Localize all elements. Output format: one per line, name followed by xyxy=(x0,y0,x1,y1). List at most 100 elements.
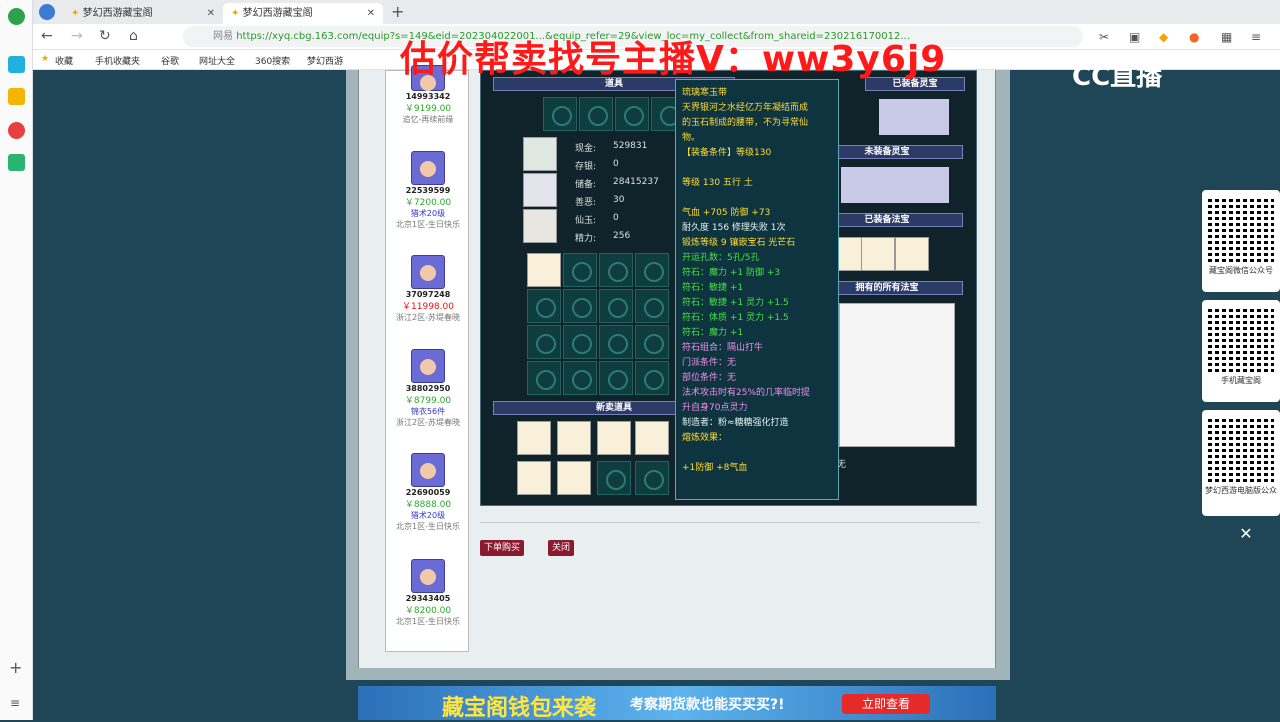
close-icon[interactable]: ✕ xyxy=(1236,524,1256,544)
item-rune: 符石：敏捷 +1 灵力 +1.5 xyxy=(682,298,789,308)
tab-1-title: 梦幻西游藏宝阁 xyxy=(82,8,153,19)
inventory-slot[interactable] xyxy=(563,289,597,323)
tab-close-icon[interactable]: ✕ xyxy=(207,3,215,24)
sidebar-weibo-icon[interactable] xyxy=(8,122,25,139)
listing-column: 14993342 ￥9199.00 追忆-再续前缘 22539599 ￥7200… xyxy=(385,65,470,652)
buy-button[interactable]: 下单购买 xyxy=(480,540,525,556)
sidebar-star-icon[interactable] xyxy=(8,88,25,105)
new-tab-icon[interactable]: + xyxy=(391,2,404,21)
qr-card[interactable]: 梦幻西游电脑版公众 xyxy=(1202,410,1280,516)
sidebar-add-icon[interactable] xyxy=(8,56,25,73)
new-item[interactable] xyxy=(517,421,551,455)
listing-id: 38802950 xyxy=(405,384,451,393)
bookmark-item[interactable]: 谷歌 xyxy=(161,54,179,67)
bookmark-item[interactable]: 梦幻西游 xyxy=(307,54,343,67)
list-item[interactable]: 29343405 ￥8200.00 北京1区-生日快乐 xyxy=(386,559,470,627)
sidebar-mail-icon[interactable] xyxy=(8,154,25,171)
bookmark-item[interactable]: 手机收藏夹 xyxy=(95,54,140,67)
new-item[interactable] xyxy=(517,461,551,495)
equip-slot[interactable] xyxy=(543,97,577,131)
list-item[interactable]: 38802950 ￥8799.00 锦衣56件 浙江2区-苏堤春晓 xyxy=(386,349,470,428)
new-item[interactable] xyxy=(557,421,591,455)
inventory-slot[interactable] xyxy=(563,361,597,395)
tab-1[interactable]: ✦ 梦幻西游藏宝阁 ✕ xyxy=(63,3,223,24)
item-maker: 制造者：粉≈糖糖强化打造 xyxy=(682,418,789,428)
listing-id: 37097248 xyxy=(405,290,451,299)
tab-bar: ✦ 梦幻西游藏宝阁 ✕ ✦ 梦幻西游藏宝阁 ✕ + xyxy=(33,0,1280,24)
bookmark-item[interactable]: 网址大全 xyxy=(199,54,235,67)
qr-label: 藏宝阁微信公众号 xyxy=(1209,266,1273,275)
inventory-slot[interactable] xyxy=(527,289,561,323)
stat-value: 28415237 xyxy=(613,177,659,187)
menu-icon[interactable]: ≡ xyxy=(1251,30,1261,44)
home-icon[interactable]: ⌂ xyxy=(129,28,138,44)
item-melt: 熔炼效果： xyxy=(682,433,728,443)
list-item[interactable]: 22690059 ￥8888.00 猎术20级 北京1区-生日快乐 xyxy=(386,453,470,532)
bookmark-item[interactable]: 收藏 xyxy=(55,54,73,67)
new-item-slot[interactable] xyxy=(635,461,669,495)
magic-item[interactable] xyxy=(895,237,929,271)
inventory-item[interactable] xyxy=(527,253,561,287)
ad-subtitle: 考察期货款也能买买买?! xyxy=(630,697,785,713)
bookmark-item[interactable]: 360搜索 xyxy=(255,54,290,67)
sidebar-menu-icon[interactable]: ≡ xyxy=(10,696,20,710)
shield-icon[interactable]: ◆ xyxy=(1159,30,1168,44)
inventory-slot[interactable] xyxy=(599,361,633,395)
back-icon[interactable]: ← xyxy=(41,28,53,44)
avatar xyxy=(411,151,445,185)
close-button[interactable]: 关闭 xyxy=(548,540,575,556)
ad-banner[interactable]: 藏宝阁钱包来袭 考察期货款也能买买买?! 立即查看 xyxy=(358,686,996,721)
new-item[interactable] xyxy=(635,421,669,455)
list-item[interactable]: 37097248 ￥11998.00 浙江2区-苏堤春晓 xyxy=(386,255,470,323)
listing-id: 22690059 xyxy=(405,488,451,497)
extension-icon[interactable]: ▣ xyxy=(1129,30,1140,44)
spirit-slots[interactable] xyxy=(879,99,949,135)
item-desc: 的玉石制成的腰带，不为寻常仙 xyxy=(682,118,809,128)
listing-tag: 锦衣56件 xyxy=(410,407,446,416)
inventory-slot[interactable] xyxy=(599,289,633,323)
inventory-slot[interactable] xyxy=(599,325,633,359)
grid-icon[interactable]: ▦ xyxy=(1221,30,1232,44)
list-item[interactable]: 22539599 ￥7200.00 猎术20级 北京1区-生日快乐 xyxy=(386,151,470,230)
sidebar-plus-icon[interactable]: + xyxy=(9,658,22,677)
item-desc: 天界银河之水经亿万年凝结而成 xyxy=(682,103,809,113)
item-forge: 锻炼等级 9 镶嵌宝石 光芒石 xyxy=(682,238,796,248)
equip-slot[interactable] xyxy=(615,97,649,131)
listing-price: ￥8799.00 xyxy=(404,396,452,406)
item-rune: 符石：魔力 +1 xyxy=(682,328,744,338)
game-icon[interactable]: ● xyxy=(1189,30,1199,44)
inventory-slot[interactable] xyxy=(635,361,669,395)
spirit-slots-2[interactable] xyxy=(841,167,949,203)
scissors-icon[interactable]: ✂ xyxy=(1099,30,1109,44)
ad-button[interactable]: 立即查看 xyxy=(842,694,930,714)
equip-necklace[interactable] xyxy=(523,209,557,243)
inventory-slot[interactable] xyxy=(635,289,669,323)
magic-list[interactable] xyxy=(839,303,955,447)
magic-item[interactable] xyxy=(861,237,895,271)
equip-slot[interactable] xyxy=(579,97,613,131)
tab-2[interactable]: ✦ 梦幻西游藏宝阁 ✕ xyxy=(223,3,383,24)
reload-icon[interactable]: ↻ xyxy=(99,28,111,44)
tab-close-icon[interactable]: ✕ xyxy=(367,3,375,24)
inventory-slot[interactable] xyxy=(563,325,597,359)
compass-icon[interactable] xyxy=(39,4,55,20)
inventory-slot[interactable] xyxy=(635,253,669,287)
equip-weapon[interactable] xyxy=(523,173,557,207)
listing-price: ￥8200.00 xyxy=(404,606,452,616)
new-item[interactable] xyxy=(597,421,631,455)
browser-logo-icon[interactable] xyxy=(8,8,25,25)
inventory-slot[interactable] xyxy=(635,325,669,359)
bookmark-star-icon: ★ xyxy=(41,54,50,64)
new-item-slot[interactable] xyxy=(597,461,631,495)
inventory-slot[interactable] xyxy=(599,253,633,287)
qr-card[interactable]: 手机藏宝阁 xyxy=(1202,300,1280,402)
equip-helmet[interactable] xyxy=(523,137,557,171)
inventory-slot[interactable] xyxy=(527,361,561,395)
inventory-slot[interactable] xyxy=(527,325,561,359)
qr-card[interactable]: 藏宝阁微信公众号 xyxy=(1202,190,1280,292)
listing-tag: 猎术20级 xyxy=(410,511,446,520)
inventory-slot[interactable] xyxy=(563,253,597,287)
new-item[interactable] xyxy=(557,461,591,495)
forward-icon[interactable]: → xyxy=(71,28,83,44)
stat-value: 0 xyxy=(613,159,619,169)
